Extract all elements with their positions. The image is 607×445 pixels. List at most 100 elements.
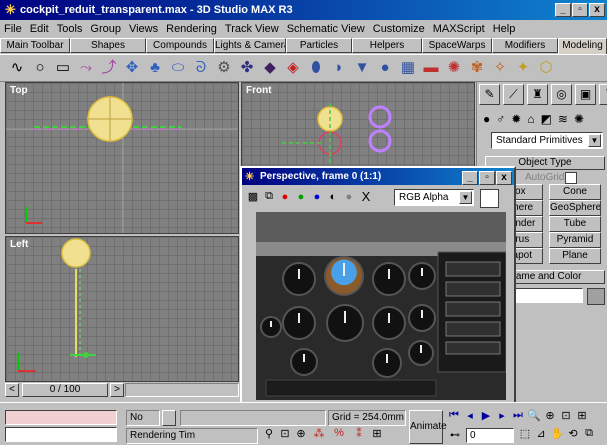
menu-maxscript[interactable]: MAXScript xyxy=(433,23,485,35)
boolean-icon[interactable]: ▬ xyxy=(420,57,442,79)
next-frame-icon[interactable]: ▸ xyxy=(495,409,509,422)
timeline-next-button[interactable]: > xyxy=(110,383,124,397)
viewport-top-label[interactable]: Top xyxy=(10,85,28,96)
mono-icon[interactable]: ◐ xyxy=(326,191,340,203)
noise-icon[interactable]: ᘐ xyxy=(190,57,212,79)
geosphere-button[interactable]: GeoSphere xyxy=(549,200,601,216)
coordinate-display[interactable] xyxy=(180,410,326,426)
optimize-icon[interactable]: ◆ xyxy=(259,57,281,79)
lattice-icon[interactable]: ⚙ xyxy=(213,57,235,79)
menu-file[interactable]: File xyxy=(4,23,22,35)
morph-icon[interactable]: ⬡ xyxy=(535,57,557,79)
save-icon[interactable]: ▩ xyxy=(246,190,260,203)
lathe-icon[interactable]: ◗ xyxy=(328,57,350,79)
grid-icon[interactable]: ▦ xyxy=(397,57,419,79)
loft-icon[interactable]: ✺ xyxy=(443,57,465,79)
key-mode-icon[interactable]: ⊷ xyxy=(450,430,460,441)
go-to-start-icon[interactable]: ⏮ xyxy=(447,409,461,422)
window-crossing-icon[interactable]: ⊞ xyxy=(370,427,384,440)
menu-schematic-view[interactable]: Schematic View xyxy=(287,23,365,35)
uvw-map-icon[interactable]: ◈ xyxy=(282,57,304,79)
pan-icon[interactable]: ✋ xyxy=(550,427,564,440)
object-color-swatch[interactable] xyxy=(587,288,605,305)
menu-tools[interactable]: Tools xyxy=(57,23,83,35)
menu-customize[interactable]: Customize xyxy=(373,23,425,35)
title-bar[interactable]: ✳ cockpit_reduit_transparent.max - 3D St… xyxy=(0,0,607,20)
geometry-icon[interactable]: ● xyxy=(483,112,490,126)
lights-icon[interactable]: ✹ xyxy=(511,112,521,126)
connect-icon[interactable]: ✦ xyxy=(512,57,534,79)
display-tab-icon[interactable]: ▣ xyxy=(575,84,596,105)
angle-snap-icon[interactable]: ⁂ xyxy=(310,427,328,440)
hierarchy-tab-icon[interactable]: ♜ xyxy=(527,84,548,105)
viewport-front-label[interactable]: Front xyxy=(246,85,272,96)
menu-edit[interactable]: Edit xyxy=(30,23,49,35)
viewport-left[interactable]: Left xyxy=(5,236,239,382)
region-zoom-icon[interactable]: ⬚ xyxy=(518,427,532,440)
tab-helpers[interactable]: Helpers xyxy=(352,38,422,53)
clone-icon[interactable]: ⧉ xyxy=(262,190,276,203)
tab-main-toolbar[interactable]: Main Toolbar xyxy=(0,38,70,53)
go-to-end-icon[interactable]: ⏭ xyxy=(511,409,525,422)
plane-button[interactable]: Plane xyxy=(549,248,601,264)
extrude-icon[interactable]: ⬮ xyxy=(305,57,327,79)
menu-help[interactable]: Help xyxy=(493,23,516,35)
create-tab-icon[interactable]: ✎ xyxy=(479,84,500,105)
rectangle-icon[interactable]: ▭ xyxy=(52,57,74,79)
tab-modeling[interactable]: Modeling xyxy=(558,38,607,54)
autogrid-checkbox[interactable] xyxy=(565,172,577,184)
menu-group[interactable]: Group xyxy=(90,23,121,35)
motion-tab-icon[interactable]: ◎ xyxy=(551,84,572,105)
arc-rotate-icon[interactable]: ⟲ xyxy=(566,427,580,440)
zoom-extents-all-icon[interactable]: ⊞ xyxy=(575,409,589,422)
snap-toggle-icon[interactable]: ⊕ xyxy=(294,427,308,440)
minimize-button[interactable]: _ xyxy=(555,3,571,17)
zoom-all-icon[interactable]: ⊕ xyxy=(543,409,557,422)
spinner-snap-icon[interactable]: ⁑ xyxy=(350,427,368,440)
cameras-icon[interactable]: ⌂ xyxy=(527,112,534,126)
taper-icon[interactable]: ♣ xyxy=(144,57,166,79)
display-channel-dropdown[interactable]: RGB Alpha ▼ xyxy=(394,189,474,206)
pixel-color-swatch[interactable] xyxy=(480,189,499,208)
tab-lights-cameras[interactable]: Lights & Cameras xyxy=(214,38,286,53)
render-minimize-button[interactable]: _ xyxy=(462,171,478,185)
shapes-icon[interactable]: ♂ xyxy=(496,112,505,126)
utilities-tab-icon[interactable]: T xyxy=(599,84,607,105)
edit-mesh-icon[interactable]: ⤴ xyxy=(98,57,120,79)
twist-icon[interactable]: ⬭ xyxy=(167,57,189,79)
cap-icon[interactable]: ▼ xyxy=(351,57,373,79)
animate-button[interactable]: Animate xyxy=(409,410,447,444)
bend-icon[interactable]: ✥ xyxy=(121,57,143,79)
tube-button[interactable]: Tube xyxy=(549,216,601,232)
timeline-track[interactable] xyxy=(125,383,239,397)
timeline-frame-counter[interactable]: 0 / 100 xyxy=(22,383,108,397)
app-icon[interactable]: ✳ xyxy=(3,2,18,17)
surface-icon[interactable]: ● xyxy=(374,57,396,79)
clear-icon[interactable]: X xyxy=(358,189,374,204)
edit-spline-icon[interactable]: ⤳ xyxy=(75,57,97,79)
field-of-view-icon[interactable]: ⊿ xyxy=(534,427,548,440)
close-button[interactable]: x xyxy=(589,3,605,17)
pyramid-button[interactable]: Pyramid xyxy=(549,232,601,248)
scatter-icon[interactable]: ✾ xyxy=(466,57,488,79)
cone-button[interactable]: Cone xyxy=(549,184,601,200)
tab-shapes[interactable]: Shapes xyxy=(70,38,146,53)
line-icon[interactable]: ∿ xyxy=(6,57,28,79)
degradation-icon[interactable]: ⊡ xyxy=(278,427,292,440)
helpers-icon[interactable]: ◩ xyxy=(541,112,552,126)
primitive-category-dropdown[interactable]: Standard Primitives ▼ xyxy=(491,132,603,149)
menu-rendering[interactable]: Rendering xyxy=(166,23,217,35)
viewport-left-label[interactable]: Left xyxy=(10,239,28,250)
render-close-button[interactable]: x xyxy=(496,171,512,185)
menu-track-view[interactable]: Track View xyxy=(225,23,279,35)
tab-compounds[interactable]: Compounds xyxy=(146,38,214,53)
maxscript-listener-field[interactable] xyxy=(5,410,117,425)
render-maximize-button[interactable]: ▫ xyxy=(479,171,495,185)
tab-spacewarps[interactable]: SpaceWarps xyxy=(422,38,492,53)
alpha-channel-icon[interactable]: ● xyxy=(342,191,356,203)
circle-icon[interactable]: ○ xyxy=(29,57,51,79)
spacewarps-icon[interactable]: ≋ xyxy=(558,112,568,126)
viewport-top[interactable]: Top xyxy=(5,82,239,234)
tab-modifiers[interactable]: Modifiers xyxy=(492,38,558,53)
green-channel-icon[interactable]: ● xyxy=(294,191,308,203)
